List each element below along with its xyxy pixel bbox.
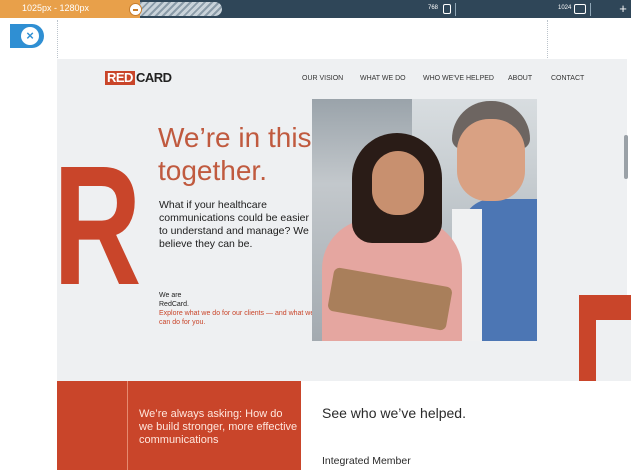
asking-text: We’re always asking: How do we build str… [139, 408, 298, 446]
breakpoint-hatch [140, 2, 222, 16]
laptop-icon[interactable] [574, 4, 586, 14]
we-are-text: We are RedCard. [159, 291, 189, 309]
breakpoint-768-label: 768 [428, 5, 439, 11]
helped-heading: See who we’ve helped. [322, 405, 466, 421]
nav-who-weve-helped[interactable]: WHO WE'VE HELPED [423, 75, 494, 82]
breakpoint-ruler: 1025px - 1280px 768 1024 + [0, 0, 631, 18]
nav-contact[interactable]: CONTACT [551, 75, 584, 82]
tablet-icon[interactable] [443, 4, 451, 14]
hero-title-line: We’re in this [158, 122, 312, 153]
we-are-line: RedCard. [159, 301, 189, 308]
decorative-big-r: R [57, 131, 142, 321]
we-are-line: We are [159, 292, 182, 299]
breakpoint-marker [590, 3, 591, 16]
nav-our-vision[interactable]: OUR VISION [302, 75, 343, 82]
explore-link[interactable]: Explore what we do for our clients — and… [159, 309, 319, 327]
photo-woman-face [372, 151, 424, 215]
nav-about[interactable]: ABOUT [508, 75, 532, 82]
integrated-member-text: Integrated Member [322, 455, 411, 467]
site-preview: RED CARD OUR VISION WHAT WE DO WHO WE'VE… [57, 59, 627, 381]
breakpoint-handle[interactable] [129, 3, 142, 16]
redcard-logo[interactable]: RED CARD [105, 71, 172, 85]
add-breakpoint-button[interactable]: + [615, 0, 631, 18]
breakpoint-range-label: 1025px - 1280px [22, 3, 90, 13]
logo-dark-part: CARD [135, 70, 172, 85]
nav-what-we-do[interactable]: WHAT WE DO [360, 75, 406, 82]
section-divider [127, 381, 128, 470]
hero-body: What if your healthcare communications c… [159, 199, 309, 250]
hero-title: We’re in this together. [158, 121, 328, 187]
hero-title-line: together. [158, 155, 267, 186]
photo-man-face [457, 119, 525, 201]
hero-photo [312, 99, 537, 341]
logo-red-part: RED [105, 70, 135, 85]
breakpoint-1024-label: 1024 [558, 5, 572, 11]
scrollbar[interactable] [624, 135, 628, 179]
breakpoint-marker [455, 3, 456, 16]
close-icon[interactable]: × [21, 27, 39, 45]
decorative-block-cutout [596, 320, 631, 381]
